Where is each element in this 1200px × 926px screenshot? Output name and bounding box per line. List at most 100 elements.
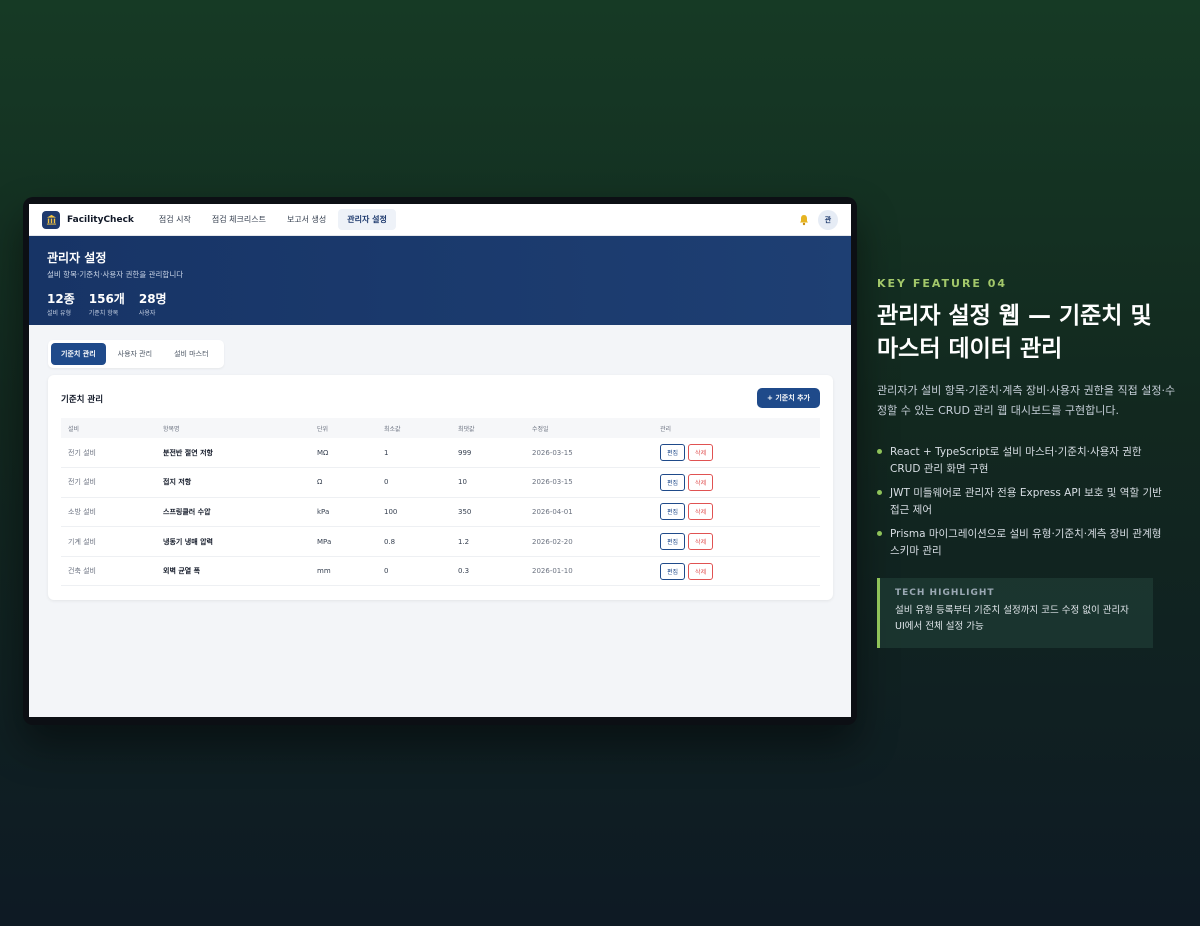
cell-max: 0.3 (451, 556, 525, 587)
cell-date: 2026-01-10 (525, 556, 653, 587)
nav-inspection-start[interactable]: 점검 시작 (150, 209, 200, 230)
cell-actions: 편집 삭제 (653, 438, 820, 469)
feature-bullets: React + TypeScript로 설비 마스터·기준치·사용자 권한 CR… (877, 444, 1167, 567)
page-subtitle: 설비 항목·기준치·사용자 권한을 관리합니다 (47, 270, 184, 279)
standards-table: 설비 항목명 단위 최소값 최댓값 수정일 관리 전기 설비 분전반 절연 저항… (61, 418, 820, 587)
table-row: 전기 설비 접지 저항 Ω 0 10 2026-03-15 편집 삭제 (61, 467, 820, 498)
list-item: Prisma 마이그레이션으로 설비 유형·기준치·계측 장비 관계형 스키마 … (877, 526, 1167, 560)
bullet-text: React + TypeScript로 설비 마스터·기준치·사용자 권한 CR… (890, 446, 1142, 475)
cell-min: 0 (377, 556, 451, 587)
bell-icon[interactable] (798, 214, 810, 226)
page-title: 관리자 설정 (47, 251, 107, 265)
delete-button[interactable]: 삭제 (688, 562, 714, 580)
table-row: 기계 설비 냉동기 냉매 압력 MPa 0.8 1.2 2026-02-20 편… (61, 526, 820, 557)
nav-admin-settings[interactable]: 관리자 설정 (338, 209, 396, 230)
edit-button[interactable]: 편집 (660, 503, 686, 521)
col-date: 수정일 (532, 425, 549, 433)
cell-actions: 편집 삭제 (653, 556, 820, 587)
bullet-dot-icon (877, 449, 882, 454)
cell-actions: 편집 삭제 (653, 467, 820, 498)
bullet-text: JWT 미들웨어로 관리자 전용 Express API 보호 및 역할 기반 … (890, 487, 1162, 516)
cell-min: 1 (377, 438, 451, 469)
col-min: 최소값 (384, 425, 401, 433)
list-item: JWT 미들웨어로 관리자 전용 Express API 보호 및 역할 기반 … (877, 485, 1167, 519)
cell-item: 스프링클러 수압 (156, 497, 310, 528)
top-nav: FacilityCheck 점검 시작 점검 체크리스트 보고서 생성 관리자 … (29, 204, 851, 236)
card-title: 기준치 관리 (61, 395, 104, 405)
cell-date: 2026-02-20 (525, 526, 653, 557)
cell-unit: MPa (310, 526, 377, 557)
cell-equipment: 전기 설비 (61, 467, 156, 498)
app-screen: FacilityCheck 점검 시작 점검 체크리스트 보고서 생성 관리자 … (29, 204, 851, 717)
cell-item: 외벽 균열 폭 (156, 556, 310, 587)
tab-equipment-master[interactable]: 설비 마스터 (164, 343, 218, 365)
col-unit: 단위 (317, 425, 329, 433)
cell-item: 분전반 절연 저항 (156, 438, 310, 469)
edit-button[interactable]: 편집 (660, 533, 686, 551)
cell-max: 1.2 (451, 526, 525, 557)
cell-item: 냉동기 냉매 압력 (156, 526, 310, 557)
stat-equipment-types: 12종 설비 유형 (47, 292, 75, 317)
cell-equipment: 건축 설비 (61, 556, 156, 587)
cell-min: 0.8 (377, 526, 451, 557)
delete-button[interactable]: 삭제 (688, 533, 714, 551)
cell-unit: kPa (310, 497, 377, 528)
cell-date: 2026-04-01 (525, 497, 653, 528)
stat-label: 설비 유형 (47, 310, 71, 317)
feature-kicker: KEY FEATURE 04 (877, 277, 1008, 290)
feature-description: 관리자가 설비 항목·기준치·계측 장비·사용자 권한을 직접 설정·수정할 수… (877, 384, 1176, 417)
highlight-body: 설비 유형 등록부터 기준치 설정까지 코드 수정 없이 관리자 UI에서 전체… (895, 605, 1129, 632)
bullet-dot-icon (877, 490, 882, 495)
cell-max: 999 (451, 438, 525, 469)
cell-unit: MΩ (310, 438, 377, 469)
cell-actions: 편집 삭제 (653, 497, 820, 528)
cell-equipment: 기계 설비 (61, 526, 156, 557)
cell-item: 접지 저항 (156, 467, 310, 498)
edit-button[interactable]: 편집 (660, 444, 686, 462)
cell-min: 100 (377, 497, 451, 528)
delete-button[interactable]: 삭제 (688, 473, 714, 491)
cell-max: 350 (451, 497, 525, 528)
table-row: 소방 설비 스프링클러 수압 kPa 100 350 2026-04-01 편집… (61, 497, 820, 528)
feature-headline: 관리자 설정 웹 — 기준치 및 마스터 데이터 관리 (877, 303, 1152, 362)
add-standard-button[interactable]: + 기준치 추가 (757, 388, 820, 408)
tech-highlight-box: TECH HIGHLIGHT 설비 유형 등록부터 기준치 설정까지 코드 수정… (877, 578, 1153, 648)
stat-label: 사용자 (138, 310, 156, 317)
col-equipment: 설비 (68, 425, 80, 433)
delete-button[interactable]: 삭제 (688, 503, 714, 521)
list-item: React + TypeScript로 설비 마스터·기준치·사용자 권한 CR… (877, 444, 1167, 478)
col-actions: 관리 (660, 425, 672, 433)
standards-card: 기준치 관리 + 기준치 추가 설비 항목명 단위 최소값 최댓값 수정일 관리… (48, 375, 833, 600)
admin-tabs: 기준치 관리 사용자 관리 설비 마스터 (48, 340, 224, 368)
edit-button[interactable]: 편집 (660, 562, 686, 580)
tab-users[interactable]: 사용자 관리 (108, 343, 162, 365)
cell-min: 0 (377, 467, 451, 498)
avatar[interactable]: 관 (818, 210, 838, 230)
stat-label: 기준치 항목 (88, 310, 119, 317)
nav-checklist[interactable]: 점검 체크리스트 (203, 209, 275, 230)
tab-standards[interactable]: 기준치 관리 (51, 343, 106, 365)
cell-unit: Ω (310, 467, 377, 498)
cell-date: 2026-03-15 (525, 467, 653, 498)
cell-max: 10 (451, 467, 525, 498)
stat-value: 12종 (47, 292, 75, 306)
stat-value: 28명 (138, 292, 167, 306)
bullet-text: Prisma 마이그레이션으로 설비 유형·기준치·계측 장비 관계형 스키마 … (890, 528, 1162, 557)
stat-standard-items: 156개 기준치 항목 (89, 292, 125, 317)
cell-actions: 편집 삭제 (653, 526, 820, 557)
highlight-title: TECH HIGHLIGHT (895, 588, 995, 598)
bullet-dot-icon (877, 531, 882, 536)
stat-users: 28명 사용자 (139, 292, 167, 317)
col-max: 최댓값 (458, 425, 475, 433)
edit-button[interactable]: 편집 (660, 473, 686, 491)
col-item: 항목명 (163, 425, 180, 433)
page-header: 관리자 설정 설비 항목·기준치·사용자 권한을 관리합니다 12종 설비 유형… (29, 236, 851, 325)
nav-report[interactable]: 보고서 생성 (278, 209, 335, 230)
app-brand[interactable]: FacilityCheck (67, 215, 134, 225)
delete-button[interactable]: 삭제 (688, 444, 714, 462)
table-row: 건축 설비 외벽 균열 폭 mm 0 0.3 2026-01-10 편집 삭제 (61, 556, 820, 587)
cell-equipment: 소방 설비 (61, 497, 156, 528)
cell-date: 2026-03-15 (525, 438, 653, 469)
stat-value: 156개 (88, 292, 125, 306)
cell-equipment: 전기 설비 (61, 438, 156, 469)
